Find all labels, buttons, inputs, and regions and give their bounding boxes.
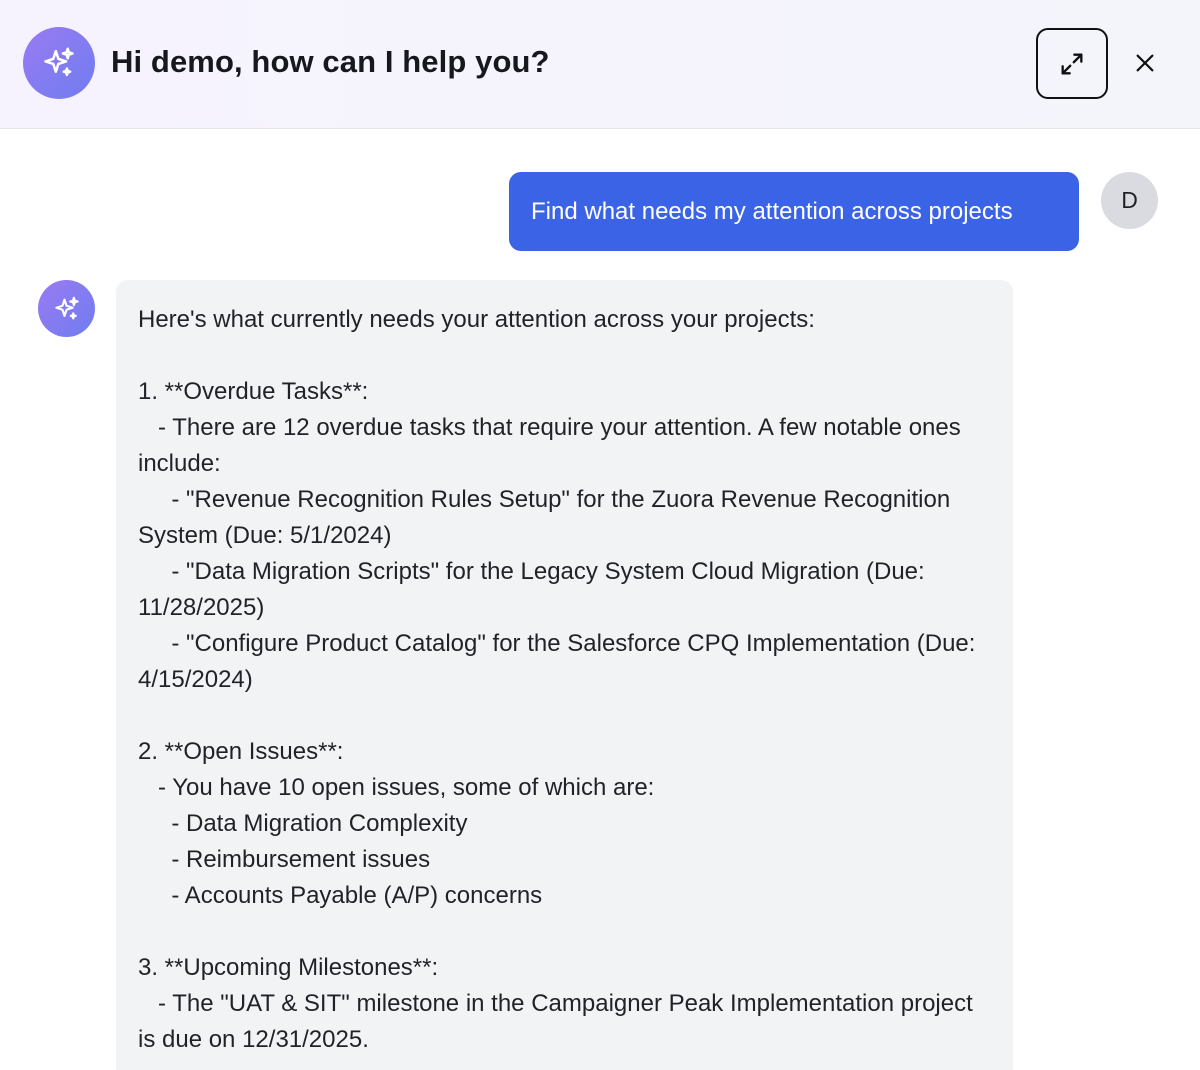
expand-icon [1061,53,1083,75]
user-message: Find what needs my attention across proj… [509,172,1079,251]
chat-thread[interactable]: Find what needs my attention across proj… [0,129,1200,1070]
sparkle-icon [44,47,74,77]
assistant-message: Here's what currently needs your attenti… [116,280,1013,1070]
expand-button[interactable] [1036,28,1108,99]
assistant-logo [23,27,95,99]
close-icon [1136,54,1154,72]
user-avatar: D [1101,172,1158,229]
sparkle-icon [54,296,79,319]
assistant-message-text: Here's what currently needs your attenti… [138,306,976,1053]
bot-avatar [38,280,95,337]
close-button[interactable] [1124,42,1166,84]
chat-header: Hi demo, how can I help you? [0,0,1200,129]
page-title: Hi demo, how can I help you? [111,44,550,79]
